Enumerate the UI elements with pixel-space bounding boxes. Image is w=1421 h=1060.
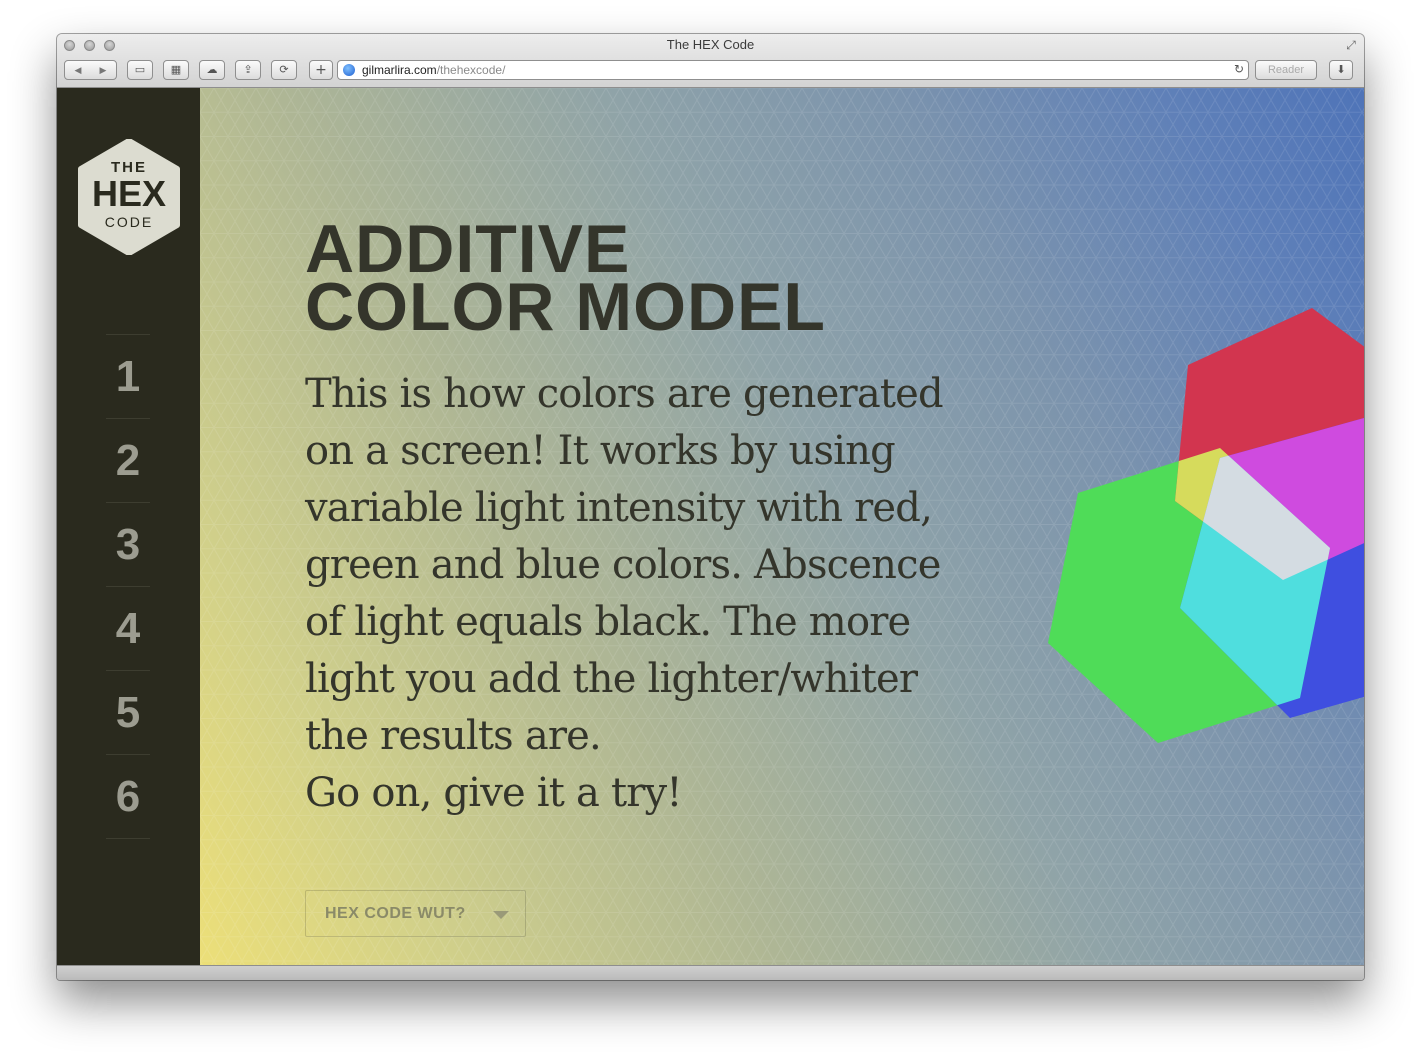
history-icon[interactable]: ⟳ [271,60,297,80]
icloud-tabs-icon[interactable]: ☁ [199,60,225,80]
browser-toolbar: The HEX Code ⤢ ◀ ▶ ▭ ▦ ☁ ⇪ ⟳ + gilmarlira… [57,34,1364,88]
back-forward-buttons: ◀ ▶ [64,60,117,80]
top-sites-icon[interactable]: ▦ [163,60,189,80]
add-bookmark-button[interactable]: + [309,60,333,80]
status-bar [57,965,1364,980]
nav-item-2[interactable]: 2 [106,418,150,502]
logo[interactable]: THE HEX CODE [77,139,181,255]
url-text: gilmarlira.com/thehexcode/ [362,63,506,77]
browser-window: The HEX Code ⤢ ◀ ▶ ▭ ▦ ☁ ⇪ ⟳ + gilmarlira… [57,34,1364,980]
back-button[interactable]: ◀ [66,62,91,80]
share-icon[interactable]: ⇪ [235,60,261,80]
hex-code-wut-label: HEX CODE WUT? [325,905,466,922]
nav-item-1[interactable]: 1 [106,334,150,418]
reader-button[interactable]: Reader [1255,60,1317,80]
window-title: The HEX Code [666,37,755,52]
title-line-2: COLOR MODEL [305,269,826,345]
downloads-icon[interactable]: ⬇ [1329,60,1353,80]
fullscreen-icon[interactable]: ⤢ [1344,38,1358,52]
hex-code-wut-button[interactable]: HEX CODE WUT? [305,890,526,937]
sidebar: THE HEX CODE 1 2 3 4 5 6 [57,88,200,965]
web-page: THE HEX CODE 1 2 3 4 5 6 ADDITIVE COLOR … [57,88,1364,965]
nav-item-6[interactable]: 6 [106,754,150,839]
intro-body: This is how colors are generated on a sc… [305,371,944,759]
nav-item-3[interactable]: 3 [106,502,150,586]
intro-cta: Go on, give it a try! [305,770,682,816]
logo-code: CODE [104,214,154,230]
section-nav: 1 2 3 4 5 6 [106,334,150,839]
page-title: ADDITIVE COLOR MODEL [305,215,1005,341]
nav-item-4[interactable]: 4 [106,586,150,670]
intro-paragraph: This is how colors are generated on a sc… [305,366,945,822]
rgb-hexagons-illustration[interactable] [1020,298,1364,858]
reload-icon[interactable]: ↻ [1234,62,1244,76]
globe-icon [343,64,355,76]
logo-hex: HEX [91,173,167,214]
forward-button[interactable]: ▶ [91,62,116,80]
reading-list-icon[interactable]: ▭ [127,60,153,80]
caret-down-icon [493,911,509,919]
main-content: ADDITIVE COLOR MODEL This is how colors … [200,88,1364,965]
nav-item-5[interactable]: 5 [106,670,150,754]
address-bar[interactable]: gilmarlira.com/thehexcode/ ↻ [337,60,1249,80]
